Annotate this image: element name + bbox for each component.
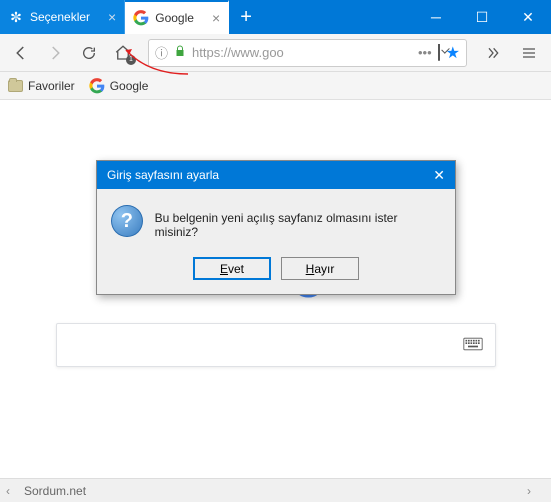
status-bar: ‹ Sordum.net › [0,478,551,502]
window-close-button[interactable]: ✕ [505,0,551,34]
new-tab-button[interactable]: + [229,0,263,34]
dialog-title-text: Giriş sayfasını ayarla [107,168,219,182]
bookmarks-bar: Favoriler Google [0,72,551,100]
status-right-arrow-icon[interactable]: › [527,484,545,498]
arrow-right-icon [46,44,64,62]
back-button[interactable] [6,38,36,68]
status-text: Sordum.net [24,484,86,498]
bookmarks-folder[interactable]: Favoriler [8,79,75,93]
dialog-titlebar: Giriş sayfasını ayarla ✕ [97,161,455,189]
close-icon[interactable]: × [212,10,220,26]
maximize-button[interactable]: ☐ [459,0,505,34]
chevrons-right-icon [485,45,501,61]
dialog-no-button[interactable]: Hayır [281,257,359,280]
tab-options[interactable]: ✼ Seçenekler × [0,0,125,34]
tab-options-label: Seçenekler [30,10,90,24]
arrow-left-icon [12,44,30,62]
search-box[interactable] [56,323,496,367]
pocket-icon[interactable] [438,45,440,60]
bookmarks-folder-label: Favoriler [28,79,75,93]
close-icon[interactable]: × [108,9,116,25]
bookmark-star-icon[interactable]: ★ [446,43,460,63]
info-icon[interactable]: ⓘ [155,43,168,62]
bookmark-google-label: Google [110,79,149,93]
question-icon: ? [111,205,143,237]
tab-google[interactable]: Google × [125,0,229,34]
url-text: https://www.goo [192,45,412,60]
lock-icon [174,44,186,61]
reload-button[interactable] [74,38,104,68]
bookmark-google[interactable]: Google [89,78,149,94]
search-input[interactable] [69,337,463,354]
home-button[interactable]: 1 [108,38,138,68]
nav-toolbar: 1 ⓘ https://www.goo ••• ★ [0,34,551,72]
reload-icon [81,45,97,61]
more-icon[interactable]: ••• [418,45,432,60]
minimize-button[interactable]: ─ [413,0,459,34]
google-favicon-icon [133,10,149,26]
window-titlebar: ✼ Seçenekler × Google × + ─ ☐ ✕ [0,0,551,34]
hamburger-button[interactable] [513,37,545,69]
homepage-dialog: Giriş sayfasını ayarla ✕ ? Bu belgenin y… [96,160,456,295]
keyboard-icon[interactable] [463,337,483,354]
url-bar[interactable]: ⓘ https://www.goo ••• ★ [148,39,467,67]
hamburger-icon [521,45,537,61]
overflow-button[interactable] [477,37,509,69]
dialog-yes-button[interactable]: Evet [193,257,271,280]
tab-google-label: Google [155,11,194,25]
google-favicon-icon [89,78,105,94]
dialog-close-button[interactable]: ✕ [433,167,445,184]
status-left-arrow-icon[interactable]: ‹ [6,484,24,498]
folder-icon [8,80,23,92]
home-badge-icon: 1 [126,55,136,65]
dialog-message: Bu belgenin yeni açılış sayfanız olmasın… [155,205,441,239]
forward-button[interactable] [40,38,70,68]
gear-icon: ✼ [8,9,24,25]
